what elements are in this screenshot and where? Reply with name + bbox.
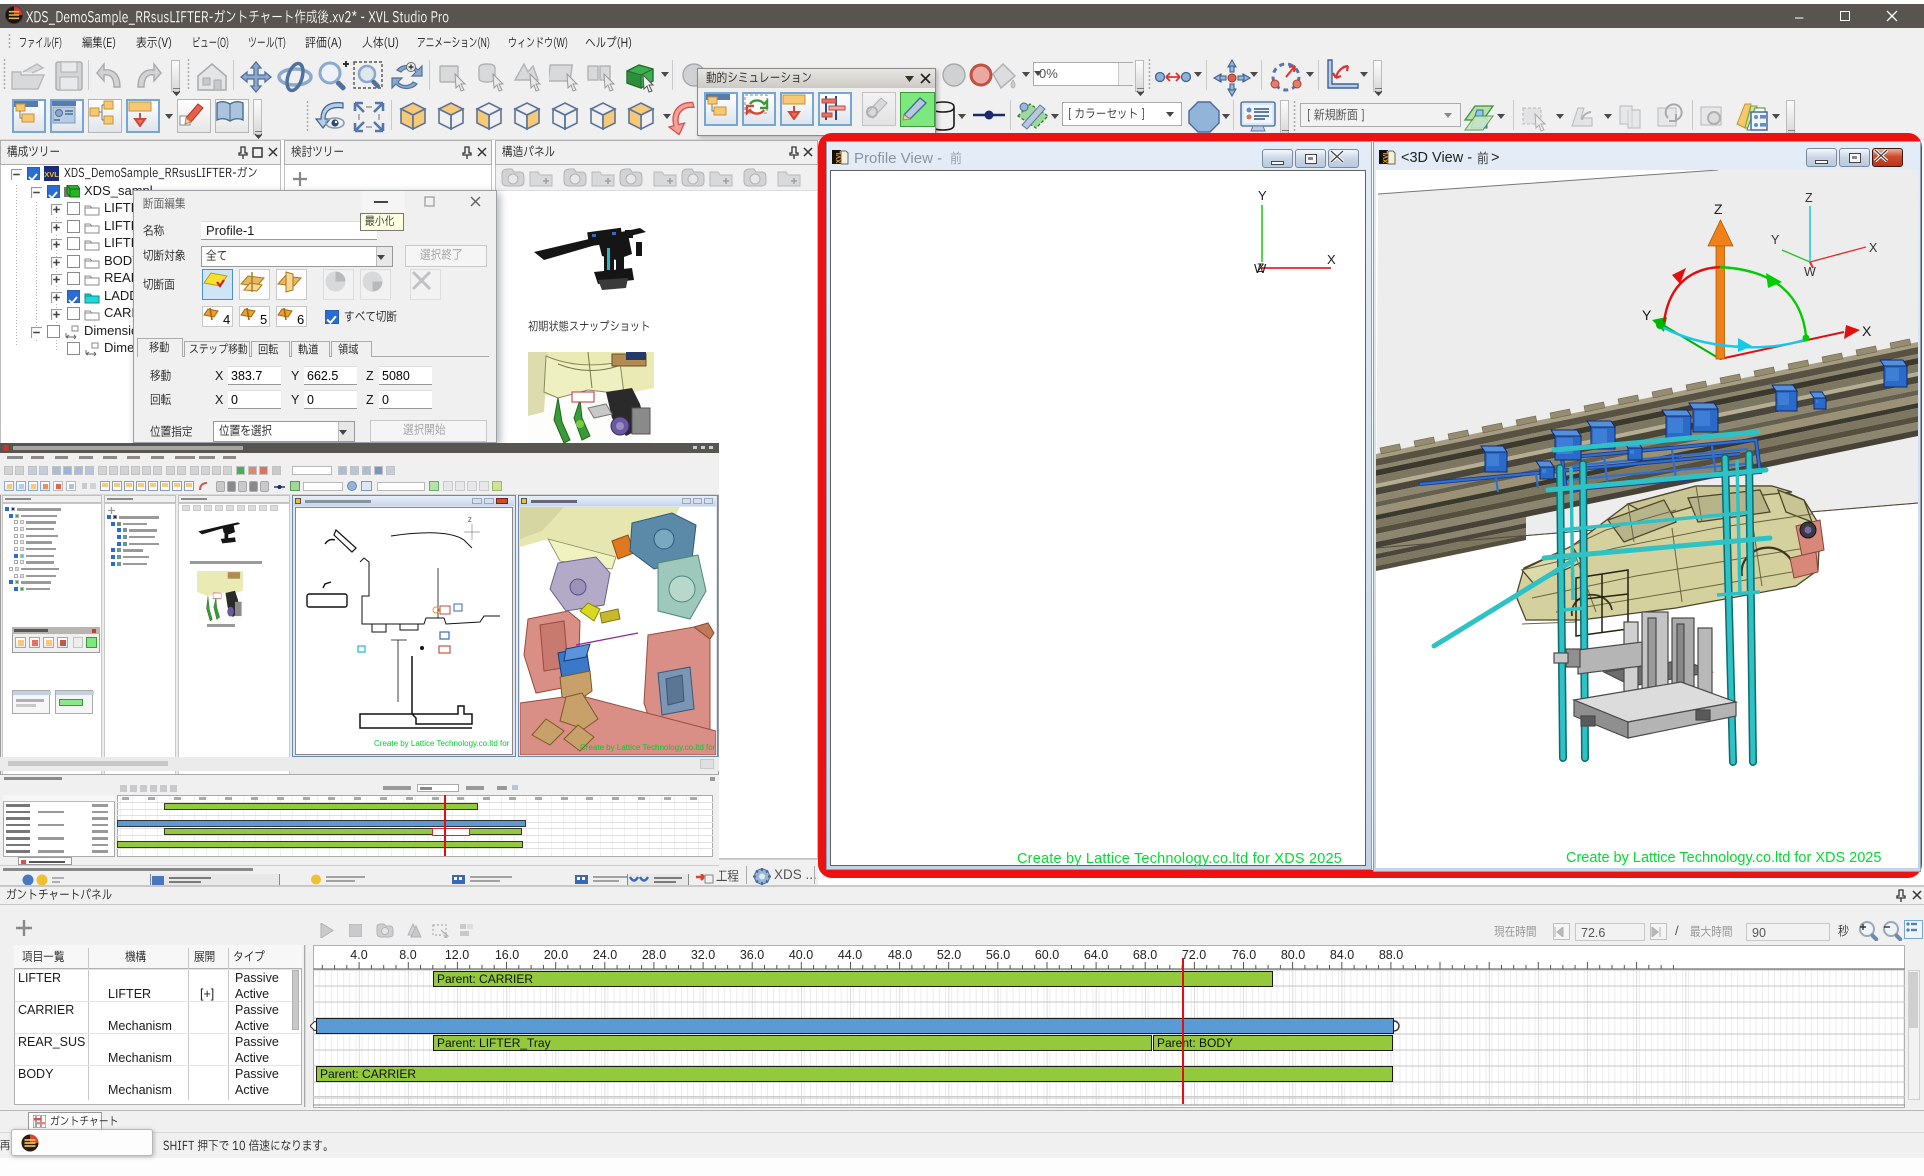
svg-text:Z: Z: [1257, 261, 1264, 275]
svg-text:16.0: 16.0: [495, 948, 519, 962]
svg-text:48.0: 48.0: [888, 948, 912, 962]
svg-text:76.0: 76.0: [1232, 948, 1256, 962]
svg-text:Z: Z: [1805, 191, 1813, 205]
svg-text:24.0: 24.0: [593, 948, 617, 962]
svg-text:40.0: 40.0: [789, 948, 813, 962]
svg-text:XVL: XVL: [44, 170, 59, 179]
svg-text:88.0: 88.0: [1379, 948, 1403, 962]
svg-text:60.0: 60.0: [1035, 948, 1059, 962]
svg-text:Z: Z: [1714, 201, 1723, 217]
svg-text:44.0: 44.0: [838, 948, 862, 962]
svg-text:12.0: 12.0: [445, 948, 469, 962]
svg-text:Create by Lattice Technology.c: Create by Lattice Technology.co.ltd for …: [1566, 850, 1881, 866]
svg-text:28.0: 28.0: [642, 948, 666, 962]
svg-text:X: X: [1862, 323, 1872, 339]
svg-text:8.0: 8.0: [399, 948, 416, 962]
svg-text:4.0: 4.0: [350, 948, 367, 962]
svg-text:36.0: 36.0: [740, 948, 764, 962]
svg-text:Create by Lattice Technology.c: Create by Lattice Technology.co.ltd for …: [374, 739, 512, 748]
svg-text:68.0: 68.0: [1133, 948, 1157, 962]
svg-text:Y: Y: [1642, 307, 1652, 323]
svg-text:52.0: 52.0: [937, 948, 961, 962]
svg-text:Y: Y: [1258, 188, 1267, 203]
svg-text:X: X: [1869, 241, 1878, 255]
svg-text:Z: Z: [468, 518, 472, 524]
svg-text:80.0: 80.0: [1281, 948, 1305, 962]
svg-text:X: X: [1327, 252, 1336, 267]
svg-text:72.0: 72.0: [1182, 948, 1206, 962]
svg-text:84.0: 84.0: [1330, 948, 1354, 962]
svg-text:W: W: [1804, 265, 1816, 279]
svg-text:Create by Lattice Technology.c: Create by Lattice Technology.co.ltd for …: [580, 743, 716, 752]
svg-text:20.0: 20.0: [544, 948, 568, 962]
svg-text:Y: Y: [1771, 233, 1780, 247]
svg-text:56.0: 56.0: [986, 948, 1010, 962]
svg-text:64.0: 64.0: [1084, 948, 1108, 962]
svg-text:32.0: 32.0: [691, 948, 715, 962]
